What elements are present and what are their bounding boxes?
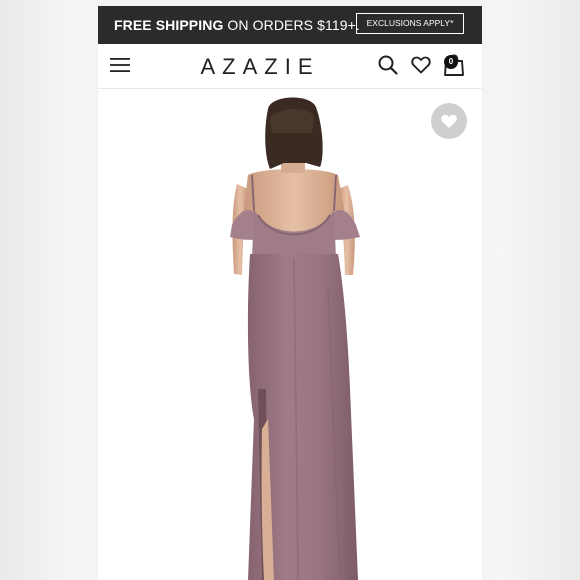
brand-logo[interactable]: AZAZIE	[190, 54, 330, 80]
hamburger-menu-icon[interactable]	[110, 57, 130, 73]
promo-bold-text: FREE SHIPPING	[114, 17, 224, 33]
site-header: AZAZIE 0	[98, 44, 482, 89]
add-to-wishlist-button[interactable]	[431, 103, 467, 139]
promo-text: FREE SHIPPING ON ORDERS $119+.	[114, 17, 360, 33]
product-image-area[interactable]	[98, 89, 482, 580]
mobile-screen: FREE SHIPPING ON ORDERS $119+. EXCLUSION…	[98, 6, 482, 580]
promo-bar: FREE SHIPPING ON ORDERS $119+. EXCLUSION…	[98, 6, 482, 44]
heart-icon	[441, 114, 457, 129]
heart-icon[interactable]	[411, 55, 431, 75]
promo-rest-text: ON ORDERS $119+.	[223, 17, 360, 33]
exclusions-apply-button[interactable]: EXCLUSIONS APPLY*	[356, 13, 464, 34]
product-image	[230, 97, 360, 580]
search-icon[interactable]	[378, 55, 398, 75]
cart-count-badge: 0	[444, 55, 458, 69]
